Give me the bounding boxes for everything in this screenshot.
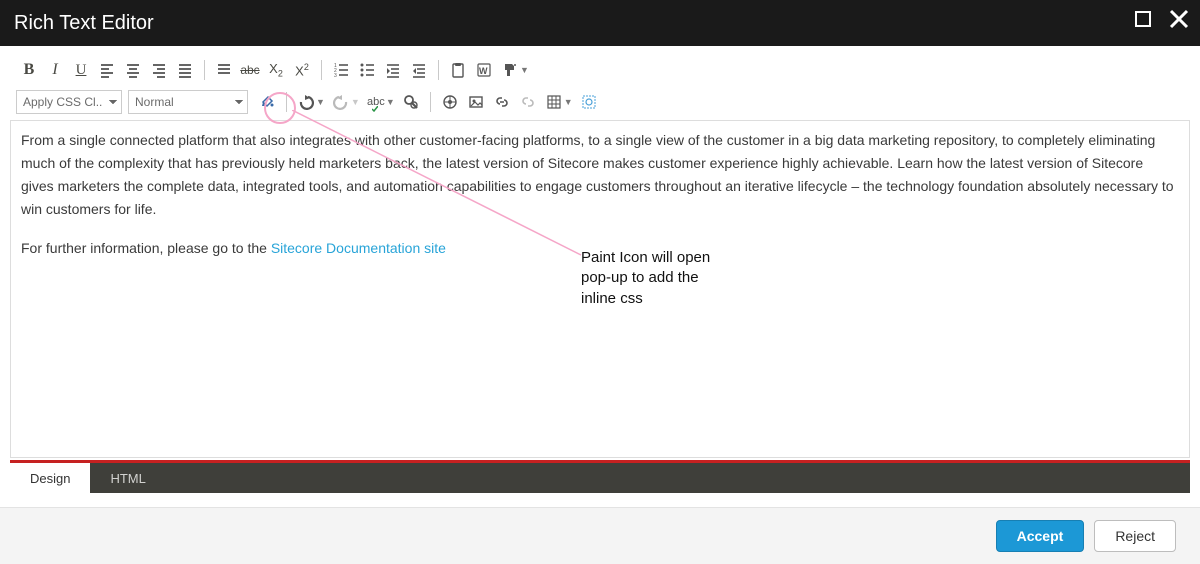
bullet-list-button[interactable]	[354, 58, 380, 82]
annotation-text: Paint Icon will open pop-up to add the i…	[581, 248, 710, 309]
window-title: Rich Text Editor	[14, 12, 154, 35]
title-bar: Rich Text Editor	[0, 0, 1200, 46]
separator	[321, 60, 322, 80]
undo-button[interactable]	[293, 90, 319, 114]
rich-text-editor-window: Rich Text Editor B I U abc X2 X2	[0, 0, 1200, 564]
view-mode-tabs: Design HTML	[10, 460, 1190, 493]
accept-button[interactable]: Accept	[996, 520, 1085, 552]
maximize-icon[interactable]	[1132, 8, 1154, 30]
find-replace-button[interactable]	[398, 90, 424, 114]
bold-button[interactable]: B	[16, 58, 42, 82]
paint-bucket-button[interactable]	[254, 90, 280, 114]
separator	[438, 60, 439, 80]
superscript-button[interactable]: X2	[289, 58, 315, 82]
dropdown-arrow-icon[interactable]: ▼	[351, 97, 360, 107]
toolbar-row-1: B I U abc X2 X2 123 W	[10, 56, 1190, 84]
insert-media-button[interactable]	[463, 90, 489, 114]
paste-word-button[interactable]: W	[471, 58, 497, 82]
tab-design[interactable]: Design	[10, 463, 90, 493]
paste-button[interactable]	[445, 58, 471, 82]
spellcheck-button[interactable]: abc	[363, 90, 389, 114]
paragraph-format-select[interactable]: Normal	[128, 90, 248, 114]
hyperlink-button[interactable]	[489, 90, 515, 114]
apply-css-class-select[interactable]: Apply CSS Cl...	[16, 90, 122, 114]
insert-table-button[interactable]	[541, 90, 567, 114]
reject-button[interactable]: Reject	[1094, 520, 1176, 552]
svg-text:W: W	[479, 66, 488, 76]
content-paragraph: From a single connected platform that al…	[21, 129, 1179, 221]
subscript-button[interactable]: X2	[263, 58, 289, 82]
remove-link-button[interactable]	[515, 90, 541, 114]
underline-button[interactable]: U	[68, 58, 94, 82]
toolbar-row-2: Apply CSS Cl... Normal ▼ ▼ abc ▼	[10, 88, 1190, 116]
outdent-button[interactable]	[406, 58, 432, 82]
indent-button[interactable]	[380, 58, 406, 82]
tab-html[interactable]: HTML	[90, 463, 165, 493]
documentation-link[interactable]: Sitecore Documentation site	[271, 240, 446, 256]
insert-sitecore-link-button[interactable]	[437, 90, 463, 114]
align-center-button[interactable]	[120, 58, 146, 82]
remove-alignment-button[interactable]	[211, 58, 237, 82]
format-painter-button[interactable]	[497, 58, 523, 82]
align-left-button[interactable]	[94, 58, 120, 82]
separator	[430, 92, 431, 112]
toolbar: B I U abc X2 X2 123 W	[10, 46, 1190, 116]
numbered-list-button[interactable]: 123	[328, 58, 354, 82]
separator	[286, 92, 287, 112]
separator	[204, 60, 205, 80]
align-justify-button[interactable]	[172, 58, 198, 82]
svg-text:3: 3	[334, 73, 337, 78]
close-icon[interactable]	[1168, 8, 1190, 30]
dialog-footer: Accept Reject	[0, 507, 1200, 564]
italic-button[interactable]: I	[42, 58, 68, 82]
align-right-button[interactable]	[146, 58, 172, 82]
insert-symbol-button[interactable]	[576, 90, 602, 114]
strikethrough-button[interactable]: abc	[237, 58, 263, 82]
